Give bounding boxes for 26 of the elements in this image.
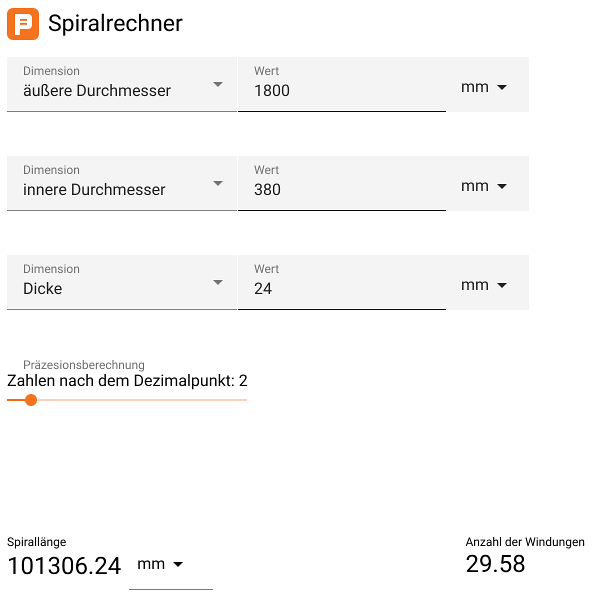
unit-select[interactable]: mm bbox=[446, 255, 529, 310]
value-field[interactable]: Wert 1800 bbox=[238, 57, 446, 112]
caret-icon bbox=[213, 280, 223, 285]
dimension-select[interactable]: Dimension innere Durchmesser bbox=[7, 156, 237, 211]
dimension-select[interactable]: Dimension äußere Durchmesser bbox=[7, 57, 237, 112]
caret-icon bbox=[173, 562, 184, 567]
value-field[interactable]: Wert 380 bbox=[238, 156, 446, 211]
turns-value: 29.58 bbox=[465, 549, 527, 579]
caret-icon bbox=[213, 82, 223, 87]
app-logo-icon bbox=[7, 8, 39, 40]
caret-icon bbox=[497, 283, 508, 288]
caret-icon bbox=[497, 85, 508, 90]
app-title: Spiralrechner bbox=[48, 8, 183, 39]
unit-select[interactable]: mm bbox=[446, 57, 529, 112]
unit-select[interactable]: mm bbox=[446, 156, 529, 211]
precision-text: Zahlen nach dem Dezimalpunkt: 2 bbox=[7, 372, 247, 390]
length-value: 101306.24 bbox=[7, 551, 122, 582]
length-label: Spirallänge bbox=[7, 535, 68, 549]
precision-slider[interactable] bbox=[7, 392, 247, 408]
length-unit-select[interactable]: mm bbox=[129, 549, 214, 590]
dimension-select[interactable]: Dimension Dicke bbox=[7, 255, 237, 310]
turns-label: Anzahl der Windungen bbox=[465, 535, 585, 549]
caret-icon bbox=[497, 184, 508, 189]
value-field[interactable]: Wert 24 bbox=[238, 255, 446, 310]
caret-icon bbox=[213, 181, 223, 186]
precision-label: Präzesionsberechnung bbox=[22, 358, 146, 372]
